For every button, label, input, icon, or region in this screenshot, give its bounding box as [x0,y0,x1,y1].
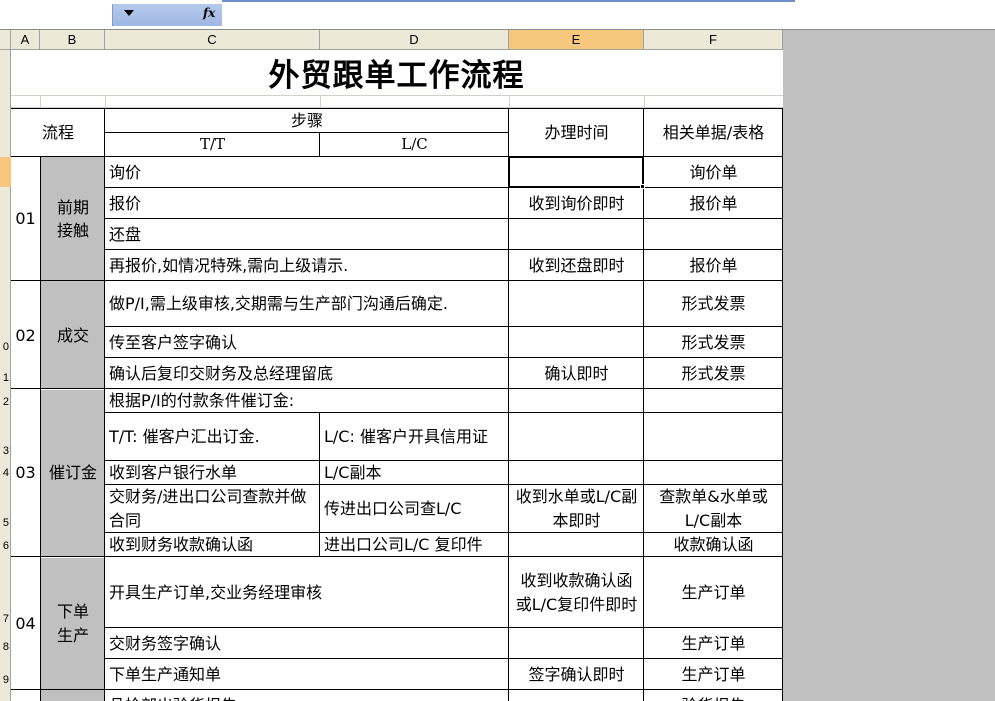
time-cell[interactable]: 收到还盘即时 [509,250,644,281]
column-header-b[interactable]: B [40,30,105,50]
header-process: 流程 [41,123,74,143]
group-name: 下单生产 [56,602,89,645]
step-cell[interactable]: 根据P/I的付款条件催订金: [105,389,509,413]
step-cell[interactable]: 询价 [105,157,509,188]
row-number[interactable]: 4 [0,467,9,479]
time-cell[interactable]: 签字确认即时 [509,659,644,690]
doc-cell[interactable]: 报价单 [644,188,783,219]
row-number[interactable]: 8 [0,641,9,653]
empty-workspace [783,30,995,701]
doc-cell[interactable]: 询价单 [644,157,783,188]
row-number[interactable]: 6 [0,540,9,552]
doc-cell[interactable]: 生产订单 [644,628,783,659]
select-all-corner[interactable] [0,30,11,50]
fill-handle[interactable] [640,184,645,189]
group-number: 02 [15,325,36,345]
column-header-a[interactable]: A [11,30,40,50]
tt-cell[interactable]: T/T: 催客户汇出订金. [105,413,320,461]
function-icon[interactable]: fx [203,6,215,20]
doc-cell[interactable]: 报价单 [644,250,783,281]
active-cell[interactable] [508,156,644,188]
lc-cell[interactable]: 传进出口公司查L/C [320,485,509,533]
row-number[interactable]: 9 [0,674,9,686]
group-name: 成交 [56,325,89,345]
formula-input-edge [222,0,795,2]
header-time: 办理时间 [544,123,609,143]
lc-cell[interactable]: L/C副本 [320,461,509,485]
lc-cell[interactable]: L/C: 催客户开具信用证 [320,413,509,461]
group-number: 01 [15,209,36,229]
row-number[interactable]: 1 [0,372,9,384]
chevron-down-icon[interactable] [124,10,134,16]
time-cell[interactable]: 收到收款确认函或L/C复印件即时 [509,557,644,628]
time-cell[interactable]: 确认即时 [509,358,644,389]
row-number[interactable]: 5 [0,517,9,529]
tt-cell[interactable]: 交财务/进出口公司查款并做合同 [105,485,320,533]
row-number[interactable]: 0 [0,341,9,353]
step-cell[interactable]: 确认后复印交财务及总经理留底 [105,358,509,389]
spreadsheet-grid[interactable]: A B C D E F 0 1 2 3 4 5 6 7 8 9 外贸跟单工作流程… [0,30,783,701]
doc-cell[interactable]: 生产订单 [644,659,783,690]
header-docs: 相关单据/表格 [662,123,765,143]
doc-cell[interactable]: 生产订单 [644,557,783,628]
step-cell[interactable]: 开具生产订单,交业务经理审核 [105,557,509,628]
column-header-d[interactable]: D [320,30,509,50]
doc-cell[interactable]: 验货报告 [644,690,783,701]
time-cell[interactable]: 收到询价即时 [509,188,644,219]
row-header-selected[interactable] [0,157,11,187]
doc-cell[interactable]: 形式发票 [644,281,783,327]
time-cell[interactable]: 收到水单或L/C副本即时 [509,485,644,533]
column-header-c[interactable]: C [105,30,320,50]
group-name: 前期接触 [56,197,89,240]
step-cell[interactable]: 传至客户签字确认 [105,327,509,358]
doc-cell[interactable]: 查款单&水单或L/C副本 [644,485,783,533]
group-name: 催订金 [48,463,97,483]
formula-bar: fx [0,0,995,30]
step-cell[interactable]: 再报价,如情况特殊,需向上级请示. [105,250,509,281]
column-header-f[interactable]: F [644,30,783,50]
lc-cell[interactable]: 进出口公司L/C 复印件 [320,533,509,557]
step-cell[interactable]: 交财务签字确认 [105,628,509,659]
row-number[interactable]: 2 [0,396,9,408]
doc-cell[interactable]: 形式发票 [644,327,783,358]
row-number[interactable]: 3 [0,445,9,457]
tt-cell[interactable]: 收到财务收款确认函 [105,533,320,557]
step-cell[interactable]: 报价 [105,188,509,219]
header-tt: T/T [199,135,226,154]
header-lc: L/C [401,135,428,154]
step-cell[interactable]: 下单生产通知单 [105,659,509,690]
row-number[interactable]: 7 [0,613,9,625]
step-cell[interactable]: 还盘 [105,219,509,250]
group-number: 04 [15,613,36,633]
column-header-e[interactable]: E [509,30,644,50]
doc-cell[interactable]: 形式发票 [644,358,783,389]
header-steps: 步骤 [290,110,323,130]
tt-cell[interactable]: 收到客户银行水单 [105,461,320,485]
group-number: 03 [15,463,36,483]
step-cell[interactable]: 品检部出验货报告 [105,690,509,701]
sheet-title: 外贸跟单工作流程 [268,57,525,94]
doc-cell[interactable]: 收款确认函 [644,533,783,557]
step-cell[interactable]: 做P/I,需上级审核,交期需与生产部门沟通后确定. [105,281,475,327]
